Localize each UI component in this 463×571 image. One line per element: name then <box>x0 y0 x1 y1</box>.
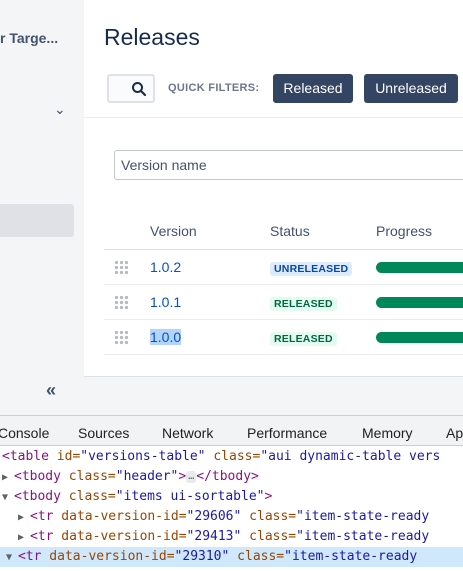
tag-name: <tr <box>30 509 54 524</box>
attr-value: "29606" <box>186 509 242 524</box>
devtools-tabbar: Console Sources Network Performance Memo… <box>0 416 463 446</box>
progress-bar <box>376 262 463 273</box>
version-link[interactable]: 1.0.2 <box>150 259 181 275</box>
drag-handle-icon[interactable] <box>114 330 130 346</box>
tag-name: <tbody <box>14 469 61 484</box>
version-name-field[interactable]: Version name <box>114 150 463 180</box>
divider <box>84 117 463 118</box>
attr-value: "item-state-ready <box>284 549 418 564</box>
collapsed-content-ellipsis[interactable]: … <box>186 470 197 483</box>
tag-end: > <box>264 489 273 504</box>
attr-name: data-version-id= <box>53 529 187 544</box>
status-badge: RELEASED <box>270 332 337 346</box>
expand-triangle-icon[interactable]: ▶ <box>18 528 30 547</box>
version-link[interactable]: 1.0.1 <box>150 294 181 310</box>
collapse-triangle-icon[interactable]: ▼ <box>2 488 14 507</box>
chevron-down-icon[interactable]: ⌄ <box>54 101 66 118</box>
version-link[interactable]: 1.0.0 <box>150 329 182 345</box>
attr-name: data-version-id= <box>53 509 187 524</box>
column-header-version: Version <box>150 223 197 239</box>
dom-node-table[interactable]: <table id="versions-table" class="aui dy… <box>0 447 463 467</box>
quick-filters-label: QUICK FILTERS: <box>168 82 260 94</box>
sidebar-item-releases[interactable] <box>0 204 74 237</box>
collapse-triangle-icon[interactable]: ▼ <box>6 548 18 567</box>
table-row[interactable]: 1.0.0 RELEASED <box>104 320 463 355</box>
attr-name: class= <box>241 509 297 524</box>
attr-name: id= <box>48 449 81 464</box>
main-content: Releases QUICK FILTERS: Released Unrelea… <box>84 0 463 377</box>
progress-bar <box>376 297 463 308</box>
page-title: Releases <box>104 24 200 50</box>
collapse-sidebar-icon[interactable]: « <box>46 380 56 401</box>
attr-name: data-version-id= <box>41 549 175 564</box>
tag-name: <tbody <box>14 489 61 504</box>
expand-triangle-icon[interactable]: ▶ <box>2 468 14 487</box>
dom-node-tr-selected[interactable]: ▼ <tr data-version-id="29310" class="item… <box>0 547 463 567</box>
filter-unreleased-button[interactable]: Unreleased <box>364 74 458 103</box>
attr-value: "item-state-ready <box>296 509 430 524</box>
attr-name: class= <box>241 529 297 544</box>
expand-triangle-icon[interactable]: ▶ <box>18 508 30 527</box>
dom-node-tr[interactable]: ▶ <tr data-version-id="29413" class="item… <box>0 527 463 547</box>
attr-name: class= <box>60 469 116 484</box>
tab-memory[interactable]: Memory <box>362 425 413 441</box>
dom-node-tbody-items[interactable]: ▼ <tbody class="items ui-sortable"> <box>0 487 463 507</box>
attr-value: "items ui-sortable" <box>115 489 265 504</box>
elements-tree[interactable]: <table id="versions-table" class="aui dy… <box>0 447 463 567</box>
attr-name: class= <box>60 489 116 504</box>
table-row[interactable]: 1.0.2 UNRELEASED <box>104 250 463 285</box>
attr-value: "header" <box>115 469 179 484</box>
search-input[interactable] <box>107 74 155 103</box>
drag-handle-icon[interactable] <box>114 260 130 276</box>
project-name[interactable]: r Targe... <box>0 30 58 46</box>
attr-value: "aui dynamic-table vers <box>260 449 441 464</box>
tag-name: <tr <box>30 529 54 544</box>
dom-node-tbody-header[interactable]: ▶ <tbody class="header">… </tbody> <box>0 467 463 487</box>
tab-application[interactable]: Ap <box>446 425 463 441</box>
devtools-panel: Console Sources Network Performance Memo… <box>0 415 463 571</box>
column-header-status: Status <box>270 223 310 239</box>
attr-value: "item-state-ready <box>296 529 430 544</box>
attr-value: "29310" <box>174 549 230 564</box>
tab-sources[interactable]: Sources <box>78 425 129 441</box>
attr-name: class= <box>229 549 285 564</box>
attr-value: "versions-table" <box>80 449 206 464</box>
progress-bar <box>376 332 463 343</box>
search-icon <box>132 82 147 97</box>
tab-performance[interactable]: Performance <box>247 425 327 441</box>
filter-released-button[interactable]: Released <box>273 74 353 103</box>
column-header-progress: Progress <box>376 223 433 239</box>
status-badge: RELEASED <box>270 297 337 311</box>
tab-console[interactable]: Console <box>0 425 49 441</box>
attr-name: class= <box>205 449 261 464</box>
drag-handle-icon[interactable] <box>114 295 130 311</box>
dom-node-tr[interactable]: ▶ <tr data-version-id="29606" class="item… <box>0 507 463 527</box>
closing-tag: </tbody> <box>196 469 259 484</box>
sidebar: r Targe... ⌄ « <box>0 0 84 400</box>
tag-name: <table <box>2 449 49 464</box>
status-badge: UNRELEASED <box>270 262 353 276</box>
tag-name: <tr <box>18 549 42 564</box>
tab-network[interactable]: Network <box>162 425 213 441</box>
attr-value: "29413" <box>186 529 242 544</box>
table-row[interactable]: 1.0.1 RELEASED <box>104 285 463 320</box>
